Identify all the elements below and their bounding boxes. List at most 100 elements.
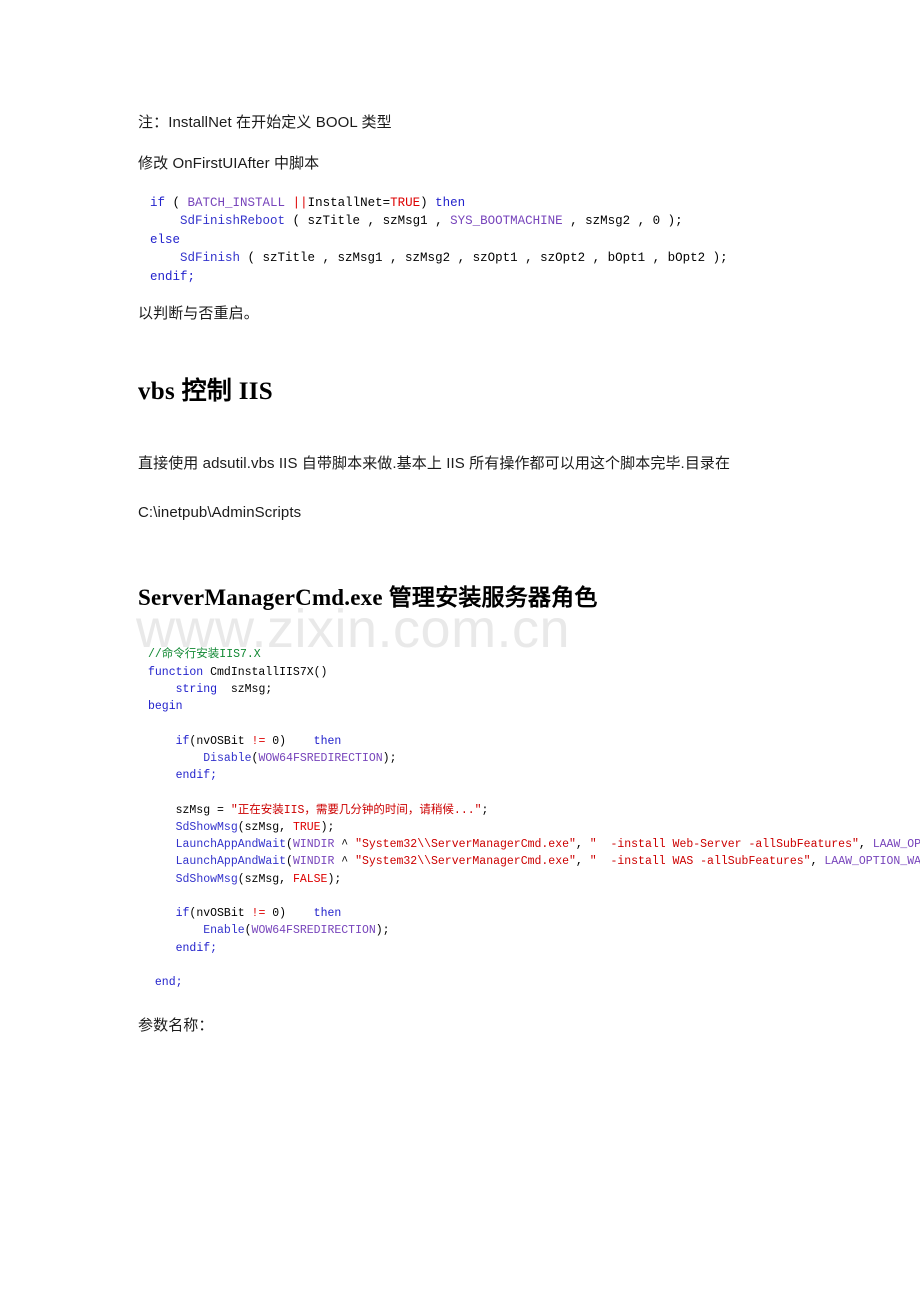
code-line: Disable(WOW64FSREDIRECTION); — [148, 750, 920, 767]
code-token: LAAW_OPTION_WAIT — [824, 855, 920, 869]
code-token: then — [435, 195, 466, 210]
code-token: TRUE — [390, 195, 421, 210]
code-line: begin — [148, 698, 920, 715]
code-token: CmdInstallIIS7X() — [203, 665, 328, 679]
code-block-cmd-install-iis7x: //命令行安装IIS7.X function CmdInstallIIS7X() … — [148, 646, 920, 991]
paragraph-adsutil-description: 直接使用 adsutil.vbs IIS 自带脚本来做.基本上 IIS 所有操作… — [138, 454, 731, 472]
code-token: SYS_BOOTMACHINE — [450, 214, 563, 228]
code-token: " -install Web-Server -allSubFeatures" — [589, 838, 859, 851]
code-token: SdShowMsg — [175, 872, 238, 886]
code-token: , — [858, 838, 873, 851]
code-line: szMsg = "正在安装IIS，需要几分钟的时间，请稍候..."; — [148, 802, 920, 819]
code-token: Enable — [203, 924, 245, 938]
code-token: "正在安装IIS，需要几分钟的时间，请稍候..." — [230, 803, 482, 817]
code-line: LaunchAppAndWait(WINDIR ^ "System32\\Ser… — [148, 853, 920, 870]
code-token: "System32\\ServerManagerCmd.exe" — [355, 855, 576, 869]
document-content: 注：InstallNet 在开始定义 BOOL 类型 修改 OnFirstUIA… — [0, 0, 920, 1056]
code-token: ) — [420, 195, 436, 210]
code-token: ); — [327, 872, 342, 886]
code-token: ( — [286, 855, 293, 869]
code-line: string szMsg; — [148, 681, 920, 698]
code-token: Disable — [203, 751, 252, 765]
code-token: != — [251, 907, 266, 920]
code-token: endif; — [175, 941, 218, 955]
code-line: SdShowMsg(szMsg, TRUE); — [148, 819, 920, 836]
code-token: TRUE — [292, 820, 321, 834]
code-token: || — [292, 195, 308, 210]
code-token: WOW64FSREDIRECTION — [258, 751, 383, 765]
code-line: end; — [148, 974, 920, 991]
code-line: endif; — [148, 767, 920, 784]
code-token: 0) — [265, 734, 314, 748]
code-token: ^ — [334, 855, 356, 869]
document-page: www.zixin.com.cn 注：InstallNet 在开始定义 BOOL… — [0, 0, 920, 1302]
code-token: 0) — [265, 907, 314, 920]
code-token: , szMsg2 , 0 ); — [562, 214, 683, 228]
code-token: SdFinishReboot — [180, 214, 286, 228]
code-token: (szMsg, — [237, 820, 293, 834]
code-token: string — [175, 682, 218, 696]
heading-servermanagercmd: ServerManagerCmd.exe 管理安装服务器角色 — [138, 585, 598, 611]
code-token: (nvOSBit — [189, 907, 252, 920]
code-token: begin — [148, 700, 183, 713]
code-line: endif; — [150, 268, 920, 287]
code-token: ); — [320, 820, 335, 834]
code-token: (nvOSBit — [189, 734, 252, 748]
code-token: //命令行安装IIS7.X — [148, 648, 261, 662]
code-token: WINDIR — [292, 855, 335, 869]
code-token: LaunchAppAndWait — [175, 838, 287, 851]
code-token: ^ — [334, 838, 356, 851]
code-token: then — [313, 734, 342, 748]
code-line: SdShowMsg(szMsg, FALSE); — [148, 871, 920, 888]
code-line: SdFinishReboot ( szTitle , szMsg1 , SYS_… — [150, 212, 920, 231]
code-token: , — [575, 855, 590, 869]
code-line: if ( BATCH_INSTALL ||InstallNet=TRUE) th… — [150, 194, 920, 213]
code-token: ); — [375, 924, 390, 938]
code-line: LaunchAppAndWait(WINDIR ^ "System32\\Ser… — [148, 836, 920, 853]
code-token: ( — [165, 195, 188, 210]
code-line: function CmdInstallIIS7X() — [148, 664, 920, 681]
code-line: else — [150, 231, 920, 250]
code-token: BATCH_INSTALL — [187, 195, 286, 210]
code-token: WINDIR — [292, 838, 335, 851]
paragraph-param-name-label: 参数名称： — [138, 1017, 214, 1035]
code-token: "System32\\ServerManagerCmd.exe" — [355, 838, 576, 851]
code-token: ( — [244, 924, 252, 938]
code-token: ; — [481, 803, 489, 817]
code-token: ); — [382, 751, 397, 765]
code-token: szMsg; — [217, 682, 273, 696]
code-token: then — [313, 907, 342, 920]
code-token: else — [150, 232, 181, 247]
code-token: ( szTitle , szMsg1 , szMsg2 , szOpt1 , s… — [240, 251, 728, 265]
code-token: endif; — [150, 269, 196, 284]
paragraph-judge-reboot: 以判断与否重启。 — [138, 305, 259, 322]
code-line: SdFinish ( szTitle , szMsg1 , szMsg2 , s… — [150, 249, 920, 268]
code-token: , — [810, 855, 825, 869]
code-line: Enable(WOW64FSREDIRECTION); — [148, 922, 920, 939]
code-token: if — [175, 734, 190, 748]
heading-vbs-control-iis: vbs 控制 IIS — [138, 377, 273, 405]
code-line: if(nvOSBit != 0) then — [148, 905, 920, 922]
code-token: szMsg = — [148, 803, 231, 817]
paragraph-modify-onfirstuiafter: 修改 OnFirstUIAfter 中脚本 — [138, 154, 320, 172]
code-token: LaunchAppAndWait — [175, 855, 287, 869]
code-token: SdShowMsg — [175, 820, 238, 834]
code-token: InstallNet= — [307, 195, 391, 210]
